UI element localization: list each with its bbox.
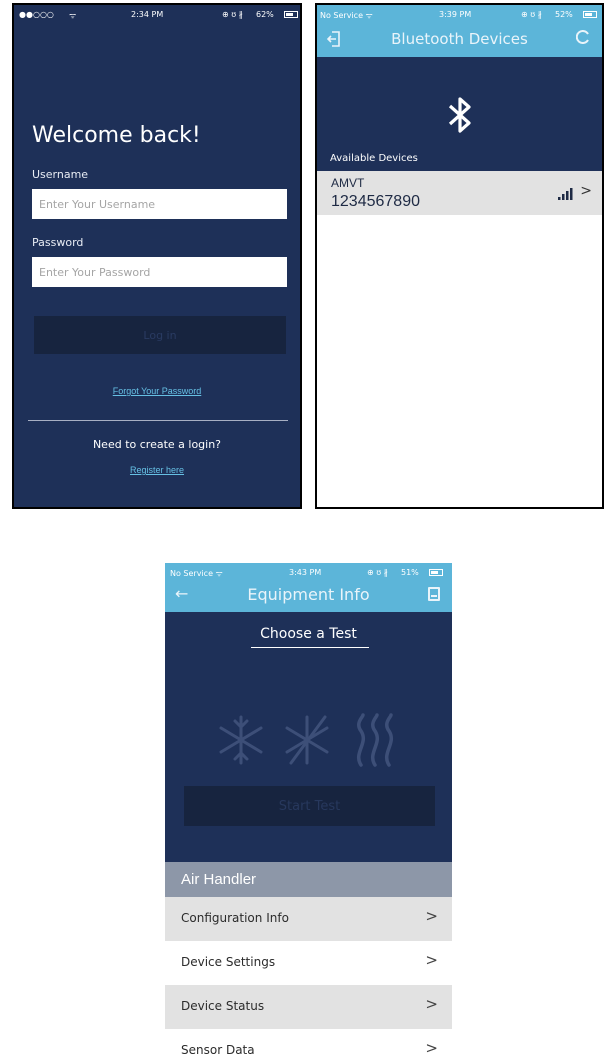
- signal-strength-icon: [558, 185, 574, 204]
- battery-icon: [581, 10, 597, 19]
- battery-percent: 62%: [256, 10, 274, 19]
- username-label: Username: [32, 168, 89, 181]
- battery-percent: 51%: [401, 568, 419, 577]
- device-row[interactable]: AMVT 1234567890 >: [317, 171, 602, 215]
- login-screen: ●●○○○ ᯤ 2:34 PM ⊕ ʊ ∦ 62% Welcome back! …: [12, 3, 302, 509]
- menu-item-configuration-info[interactable]: Configuration Info >: [165, 897, 452, 941]
- status-icons: ⊕ ʊ ∦: [222, 10, 243, 19]
- device-name: AMVT: [331, 176, 365, 190]
- bluetooth-screen: No Service ᯤ 3:39 PM ⊕ ʊ ∦ 52% Bluetooth…: [315, 3, 604, 509]
- forgot-password-link[interactable]: Forgot Your Password: [14, 386, 300, 396]
- available-devices-label: Available Devices: [330, 153, 418, 164]
- status-bar: ●●○○○ ᯤ 2:34 PM ⊕ ʊ ∦ 62%: [14, 5, 300, 23]
- snowflake-icon[interactable]: [219, 715, 263, 765]
- defrost-icon[interactable]: [285, 715, 329, 765]
- chevron-right-icon: >: [425, 907, 438, 925]
- chevron-right-icon: >: [580, 183, 592, 199]
- menu-item-label: Device Settings: [181, 955, 276, 969]
- start-test-button[interactable]: Start Test: [184, 786, 435, 826]
- section-title: Air Handler: [181, 871, 257, 888]
- divider: [28, 420, 288, 421]
- menu-item-device-settings[interactable]: Device Settings >: [165, 941, 452, 985]
- need-login-text: Need to create a login?: [92, 438, 222, 451]
- menu-item-label: Device Status: [181, 999, 265, 1013]
- status-time: 2:34 PM: [131, 10, 164, 19]
- wifi-icon: ᯤ: [69, 11, 77, 20]
- section-header: Air Handler: [165, 862, 452, 897]
- menu-item-sensor-data[interactable]: Sensor Data >: [165, 1029, 452, 1061]
- battery-percent: 52%: [555, 10, 573, 19]
- status-icons: ⊕ ʊ ∦: [521, 10, 542, 19]
- status-icons: ⊕ ʊ ∦: [367, 568, 388, 577]
- manual-icon[interactable]: [428, 587, 440, 601]
- status-bar: No Service ᯤ 3:39 PM ⊕ ʊ ∦ 52%: [317, 5, 602, 23]
- menu-item-device-status[interactable]: Device Status >: [165, 985, 452, 1029]
- status-time: 3:39 PM: [439, 10, 472, 19]
- bluetooth-hero: Available Devices: [317, 57, 602, 171]
- chevron-right-icon: >: [425, 951, 438, 969]
- screen-title: Bluetooth Devices: [391, 30, 528, 48]
- welcome-heading: Welcome back!: [32, 123, 201, 148]
- menu-item-label: Sensor Data: [181, 1043, 255, 1057]
- carrier-signal: No Service ᯤ: [320, 11, 373, 20]
- status-bar: No Service ᯤ 3:43 PM ⊕ ʊ ∦ 51%: [165, 563, 452, 581]
- nav-bar: No Service ᯤ 3:39 PM ⊕ ʊ ∦ 52% Bluetooth…: [317, 5, 602, 57]
- heading-underline: [251, 647, 369, 648]
- nav-bar: No Service ᯤ 3:43 PM ⊕ ʊ ∦ 51% ← Equipme…: [165, 563, 452, 612]
- screen-title: Equipment Info: [247, 585, 370, 604]
- equipment-screen: No Service ᯤ 3:43 PM ⊕ ʊ ∦ 51% ← Equipme…: [165, 563, 452, 1061]
- carrier-signal: No Service ᯤ: [170, 569, 223, 578]
- status-time: 3:43 PM: [289, 568, 322, 577]
- password-input[interactable]: [32, 257, 287, 287]
- bluetooth-icon: [443, 95, 477, 139]
- battery-icon: [282, 10, 298, 19]
- choose-test-heading: Choose a Test: [260, 626, 357, 642]
- battery-icon: [427, 568, 443, 577]
- heat-icon[interactable]: [357, 713, 393, 767]
- login-button[interactable]: Log in: [34, 316, 286, 354]
- carrier-signal: ●●○○○: [19, 10, 54, 19]
- menu-item-label: Configuration Info: [181, 911, 289, 925]
- refresh-icon[interactable]: [575, 30, 590, 48]
- chevron-right-icon: >: [425, 1039, 438, 1057]
- device-id: 1234567890: [331, 193, 420, 210]
- password-label: Password: [32, 236, 84, 249]
- test-panel: Choose a Test Start Test: [165, 612, 452, 862]
- test-icons: [219, 713, 393, 767]
- username-input[interactable]: [32, 189, 287, 219]
- chevron-right-icon: >: [425, 995, 438, 1013]
- register-link[interactable]: Register here: [14, 465, 300, 475]
